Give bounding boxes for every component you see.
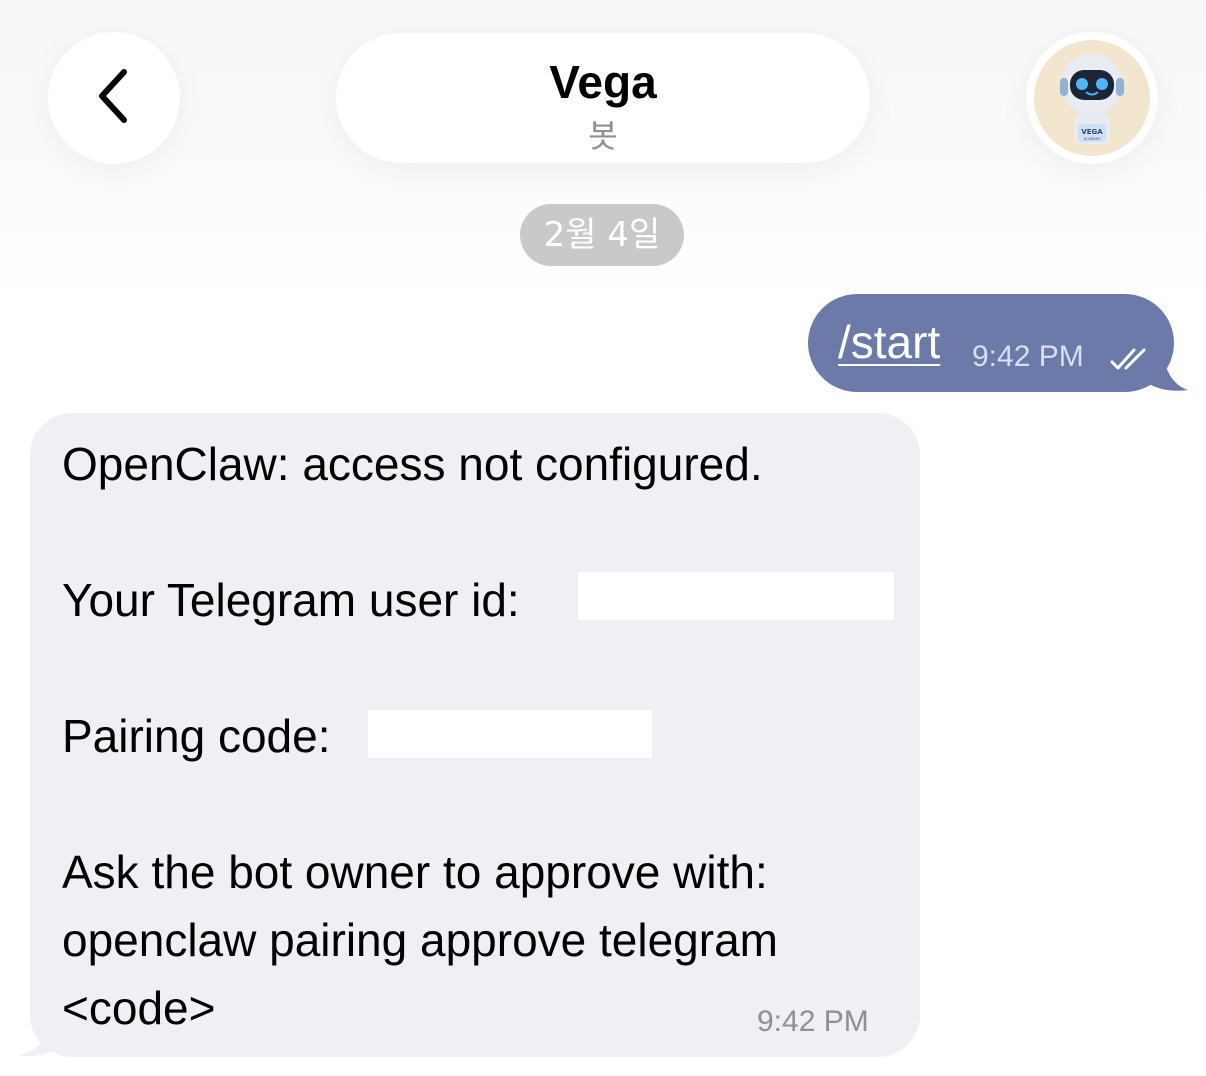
message-time: 9:42 PM bbox=[757, 1005, 869, 1038]
avatar[interactable]: VEGA AI AGENT bbox=[1026, 32, 1158, 164]
bubble-tail bbox=[18, 1016, 64, 1057]
message-line: openclaw pairing approve telegram bbox=[62, 914, 778, 966]
chevron-left-icon bbox=[94, 66, 134, 131]
svg-text:VEGA: VEGA bbox=[1081, 128, 1103, 136]
robot-avatar-icon: VEGA AI AGENT bbox=[1034, 40, 1150, 156]
chat-title-pill[interactable]: Vega 봇 bbox=[336, 33, 870, 163]
chat-title: Vega bbox=[549, 56, 657, 108]
message-line: OpenClaw: access not configured. bbox=[62, 438, 763, 490]
message-line: Pairing code: bbox=[62, 710, 331, 762]
chat-subtitle: 봇 bbox=[588, 117, 618, 155]
svg-text:AI AGENT: AI AGENT bbox=[1084, 137, 1101, 141]
redacted-pairing-code bbox=[368, 710, 652, 758]
back-button[interactable] bbox=[48, 32, 180, 164]
start-command-link[interactable]: /start bbox=[838, 315, 940, 369]
message-line: Ask the bot owner to approve with: bbox=[62, 846, 768, 898]
date-separator: 2월 4일 bbox=[520, 204, 684, 266]
message-line: <code> bbox=[62, 982, 216, 1034]
double-check-icon bbox=[1110, 346, 1154, 377]
message-time: 9:42 PM bbox=[972, 340, 1084, 373]
redacted-user-id bbox=[578, 572, 894, 620]
message-line: Your Telegram user id: bbox=[62, 574, 520, 626]
